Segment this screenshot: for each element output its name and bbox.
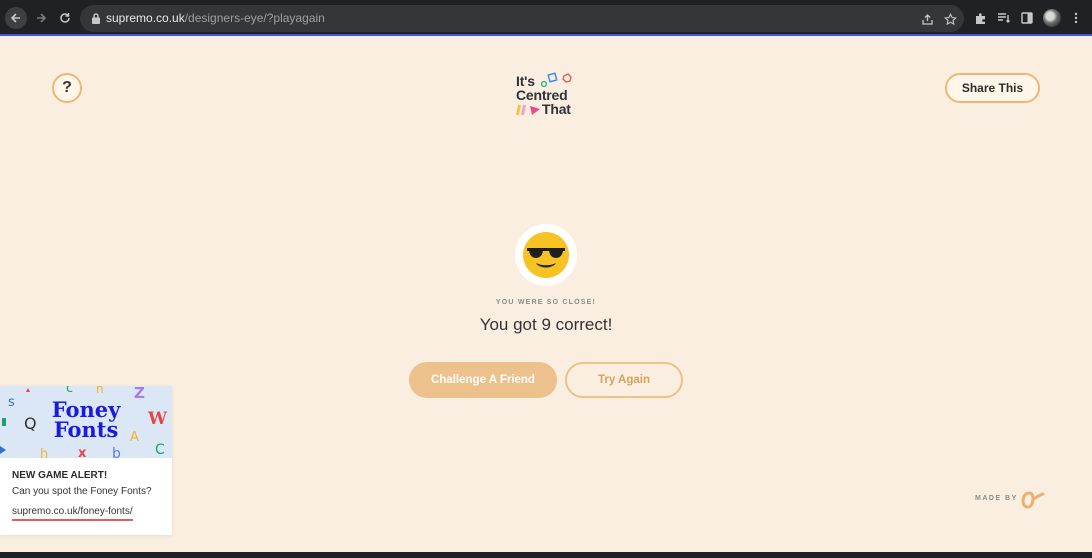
forward-arrow-icon[interactable] <box>30 7 52 29</box>
banner-letter: h <box>40 447 48 458</box>
made-by-label: MADE BY <box>975 495 1018 502</box>
banner-letter: n <box>96 386 104 396</box>
taskbar-edge <box>0 552 1092 558</box>
address-bar[interactable]: supremo.co.uk/designers-eye/?playagain <box>80 5 964 32</box>
logo-line-3: That <box>542 101 571 117</box>
url-text: supremo.co.uk/designers-eye/?playagain <box>106 11 325 25</box>
banner-letter: c <box>66 386 73 396</box>
reading-list-icon[interactable] <box>994 8 1014 28</box>
lock-icon <box>92 13 100 24</box>
kebab-menu-icon[interactable] <box>1066 8 1086 28</box>
side-panel-icon[interactable] <box>1017 8 1037 28</box>
url-path: /designers-eye/?playagain <box>184 11 325 25</box>
promo-link[interactable]: supremo.co.uk/foney-fonts/ <box>12 506 133 521</box>
help-button[interactable]: ? <box>52 73 82 103</box>
banner-letter: b <box>112 446 121 458</box>
profile-avatar[interactable] <box>1043 9 1061 27</box>
supremo-logo-icon[interactable] <box>1021 489 1047 509</box>
result-emoji-badge <box>515 224 577 286</box>
logo-shapes-icon <box>541 72 572 88</box>
promo-banner[interactable]: s c n Z Q W A h x b C Foney Fonts <box>0 386 172 458</box>
back-arrow-icon[interactable] <box>5 7 27 29</box>
url-domain: supremo.co.uk <box>106 11 185 25</box>
score-text: You got 9 correct! <box>479 315 613 334</box>
try-again-button[interactable]: Try Again <box>565 362 683 398</box>
extensions-puzzle-icon[interactable] <box>970 8 990 28</box>
logo-sticks-icon <box>516 104 540 116</box>
reload-icon[interactable] <box>54 7 76 29</box>
promo-card[interactable]: s c n Z Q W A h x b C Foney Fonts NEW GA… <box>0 386 172 535</box>
share-page-icon[interactable] <box>918 10 936 28</box>
browser-toolbar: supremo.co.uk/designers-eye/?playagain <box>0 0 1092 36</box>
share-button[interactable]: Share This <box>945 73 1040 103</box>
site-logo[interactable]: It's Centred That <box>515 72 579 120</box>
promo-banner-title-line2: Fonts <box>53 417 119 442</box>
banner-letter: C <box>155 442 165 458</box>
promo-description: Can you spot the Foney Fonts? <box>12 486 152 497</box>
challenge-friend-button[interactable]: Challenge A Friend <box>409 362 557 398</box>
result-subtitle: YOU WERE SO CLOSE! <box>495 299 597 306</box>
sunglasses-face-icon <box>523 232 569 278</box>
bookmark-star-icon[interactable] <box>941 10 959 28</box>
promo-alert-heading: NEW GAME ALERT! <box>12 470 108 481</box>
banner-letter: x <box>78 446 87 458</box>
